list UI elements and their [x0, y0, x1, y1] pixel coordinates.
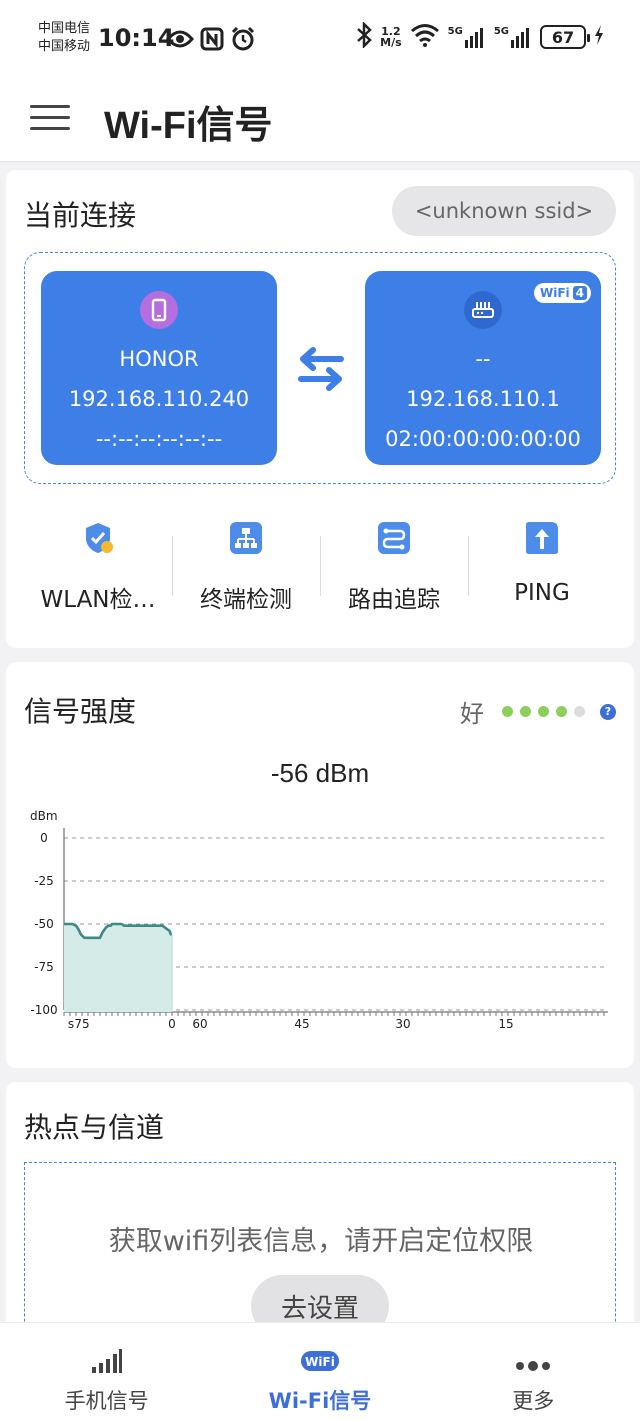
tool-label: 路由追踪 — [348, 587, 440, 613]
tool-row: WLAN检… 终端检测 路由追踪 PING — [24, 516, 616, 616]
carrier-1: 中国电信 — [38, 21, 91, 36]
swap-arrows-icon — [298, 347, 344, 391]
nfc-icon — [200, 26, 224, 52]
router-icon — [464, 291, 502, 329]
nav-mobile-signal[interactable]: 手机信号 — [0, 1323, 213, 1420]
menu-button[interactable] — [30, 100, 70, 134]
signal-title: 信号强度 — [24, 695, 137, 728]
nav-label: 手机信号 — [64, 1389, 149, 1413]
x-axis-unit: s — [68, 1017, 74, 1031]
net-speed-unit: M/s — [380, 36, 402, 49]
nav-label: 更多 — [512, 1389, 555, 1413]
ssid-pill[interactable]: <unknown ssid> — [392, 186, 616, 236]
carrier-labels: 中国电信 中国移动 — [38, 20, 90, 56]
status-time: 10:14 — [98, 24, 175, 52]
tool-terminal-detect[interactable]: 终端检测 — [172, 516, 320, 616]
more-dots-icon — [427, 1343, 640, 1373]
dbm-value: -56 dBm — [270, 758, 370, 788]
y-tick-label: -50 — [34, 917, 54, 931]
bottom-nav: 手机信号 WiFi Wi-Fi信号 更多 — [0, 1322, 640, 1420]
hotspot-card: 热点与信道 获取wifi列表信息，请开启定位权限 去设置 — [6, 1082, 634, 1362]
device-card[interactable]: HONOR 192.168.110.240 --:--:--:--:--:-- — [41, 271, 277, 465]
bluetooth-icon — [356, 20, 372, 52]
x-tick-label: 15 — [498, 1017, 513, 1031]
x-tick-label: 45 — [294, 1017, 309, 1031]
app-bar: Wi-Fi信号 — [0, 80, 640, 162]
connection-title: 当前连接 — [24, 199, 137, 232]
battery-indicator: 67 — [540, 25, 590, 49]
x-tick-label: 30 — [395, 1017, 410, 1031]
router-ip: 192.168.110.1 — [406, 387, 560, 411]
quality-dots — [502, 706, 592, 717]
wlan-check-icon — [80, 520, 116, 556]
status-bar: 中国电信 中国移动 10:14 1.2 M/s 5G 5G 67 — [0, 0, 640, 80]
signal-card: 信号强度 好 ? -56 dBm dBm 0 -25 -50 -75 -100 s 75 0 60… — [6, 662, 634, 1068]
svg-text:WiFi: WiFi — [305, 1355, 335, 1369]
x-tick-label: 75 — [74, 1017, 89, 1031]
quality-dot — [556, 706, 567, 717]
location-permission-message: 获取wifi列表信息，请开启定位权限 — [108, 1226, 534, 1257]
signal-area — [64, 924, 172, 1012]
tool-ping[interactable]: PING — [468, 516, 616, 616]
menu-line — [30, 104, 70, 108]
quality-dot — [502, 706, 513, 717]
nav-wifi-signal[interactable]: WiFi Wi-Fi信号 — [213, 1323, 426, 1420]
alarm-icon — [230, 26, 256, 52]
nav-label: Wi-Fi信号 — [268, 1389, 372, 1413]
carrier-2: 中国移动 — [38, 39, 91, 54]
router-card[interactable]: WiFi 4 -- 192.168.110.1 02:00:00:00:00:0… — [365, 271, 601, 465]
quality-dot — [538, 706, 549, 717]
y-tick-label: -25 — [34, 874, 54, 888]
quality-dot — [520, 706, 531, 717]
route-trace-icon — [376, 520, 412, 556]
menu-line — [30, 115, 70, 119]
wifi4-badge-num: 4 — [572, 286, 587, 300]
connection-diagram: HONOR 192.168.110.240 --:--:--:--:--:-- … — [24, 252, 616, 484]
router-name: -- — [475, 347, 491, 371]
quality-label: 好 — [460, 700, 484, 728]
status-right: 1.2 M/s 5G 5G 67 — [356, 20, 604, 52]
tool-label: WLAN检… — [40, 587, 156, 613]
x-tick-label: 60 — [192, 1017, 207, 1031]
router-mac: 02:00:00:00:00:00 — [385, 427, 581, 451]
net-speed: 1.2 M/s — [380, 26, 402, 48]
charging-icon — [594, 25, 604, 49]
sim1-signal-icon: 5G — [448, 26, 486, 48]
hotspot-title: 热点与信道 — [24, 1111, 165, 1144]
signal-chart: dBm 0 -25 -50 -75 -100 s 75 0 60 45 30 15 — [30, 809, 608, 1031]
quality-dot — [574, 706, 585, 717]
tool-label: 终端检测 — [200, 587, 292, 613]
wifi-badge-icon: WiFi — [213, 1343, 426, 1373]
sim2-signal-icon: 5G — [494, 26, 532, 48]
help-icon[interactable]: ? — [600, 703, 616, 720]
device-mac: --:--:--:--:--:-- — [95, 427, 223, 451]
y-tick-label: -75 — [34, 960, 54, 974]
menu-line — [30, 126, 70, 130]
y-tick-label: -100 — [30, 1003, 57, 1017]
y-axis-unit: dBm — [30, 809, 58, 823]
tool-label: PING — [514, 580, 570, 606]
page-title: Wi-Fi信号 — [104, 105, 273, 147]
nav-more[interactable]: 更多 — [427, 1323, 640, 1420]
wifi4-badge: WiFi 4 — [533, 283, 591, 303]
phone-icon — [140, 291, 178, 329]
device-name: HONOR — [119, 347, 199, 371]
x-tick-label: 0 — [168, 1017, 176, 1031]
signal-quality: 好 ? — [460, 694, 616, 729]
eye-icon — [166, 26, 194, 52]
sim2-type: 5G — [493, 26, 509, 37]
terminal-detect-icon — [228, 520, 264, 556]
sim1-type: 5G — [447, 26, 463, 37]
y-tick-label: 0 — [40, 831, 48, 845]
connection-card: 当前连接 <unknown ssid> HONOR 192.168.110.24… — [6, 170, 634, 648]
tool-wlan-check[interactable]: WLAN检… — [24, 516, 172, 616]
signal-bars-icon — [0, 1343, 213, 1373]
device-ip: 192.168.110.240 — [68, 387, 250, 411]
wifi-status-icon — [410, 23, 440, 51]
tool-route-trace[interactable]: 路由追踪 — [320, 516, 468, 616]
wifi4-badge-text: WiFi — [539, 286, 570, 300]
ping-icon — [524, 520, 560, 556]
